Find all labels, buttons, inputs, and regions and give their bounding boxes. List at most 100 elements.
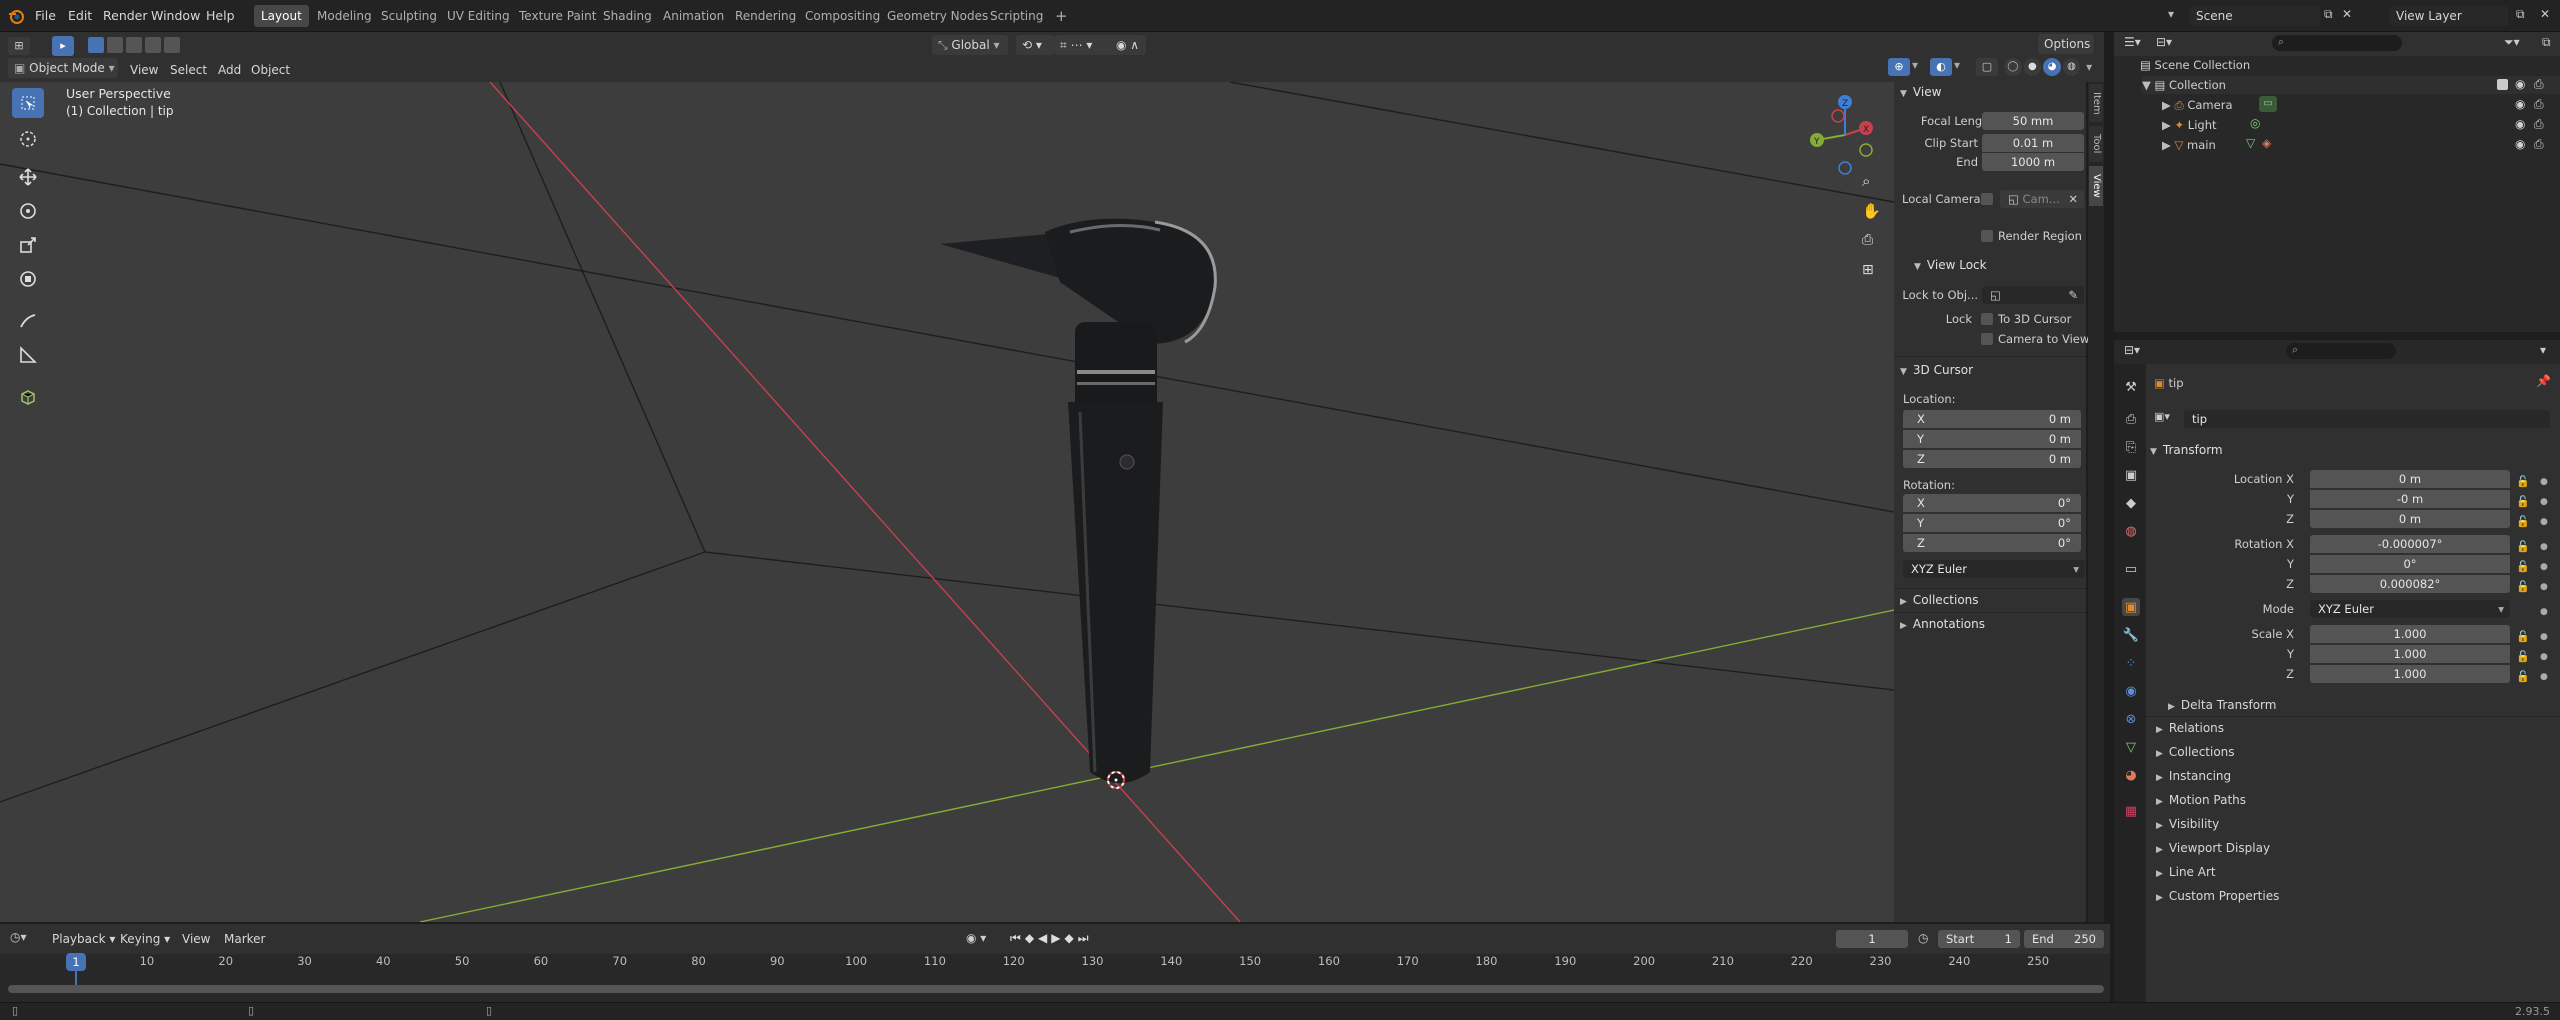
- keyframe-dot-mode[interactable]: ●: [2540, 602, 2548, 622]
- transform-orientation-dropdown[interactable]: ⤡ Global ▾: [932, 35, 1008, 55]
- current-frame-field[interactable]: 1: [1836, 930, 1908, 948]
- local-camera-checkbox[interactable]: [1981, 193, 1993, 205]
- next-keyframe-icon[interactable]: ◆: [1065, 931, 1078, 945]
- jump-end-icon[interactable]: ⏭: [1078, 931, 1093, 945]
- zoom-icon[interactable]: ⌕: [1862, 172, 1870, 190]
- select-new-icon[interactable]: [88, 37, 104, 53]
- tab-compositing[interactable]: Compositing: [798, 5, 887, 27]
- timeline-menu-view[interactable]: View: [182, 929, 210, 949]
- delete-scene-icon[interactable]: ✕: [2342, 7, 2352, 21]
- scene-tab-icon[interactable]: ◆: [2122, 494, 2140, 512]
- display-mode-icon[interactable]: ⊟▾: [2156, 35, 2172, 49]
- tab-shading[interactable]: Shading: [596, 5, 659, 27]
- line-art-panel-header[interactable]: ▶ Line Art: [2156, 862, 2216, 884]
- blender-logo-icon[interactable]: [8, 8, 24, 24]
- clip-end-field[interactable]: 1000 m: [1982, 153, 2084, 171]
- menu-window[interactable]: Window: [151, 6, 200, 26]
- to-3d-cursor-checkbox[interactable]: [1981, 313, 1993, 325]
- delete-view-layer-icon[interactable]: ✕: [2540, 7, 2550, 21]
- particles-tab-icon[interactable]: ⁘: [2122, 654, 2140, 672]
- solid-shading-icon[interactable]: ●: [2023, 58, 2042, 76]
- location-x-field[interactable]: 0 m: [2310, 470, 2510, 488]
- camera-render-icon[interactable]: ⎙: [2534, 117, 2544, 132]
- lock-icons-location[interactable]: 🔓 🔓 🔓: [2516, 472, 2530, 532]
- cursor-location-x-field[interactable]: X0 m: [1903, 410, 2081, 428]
- viewport-menu-object[interactable]: Object: [251, 60, 290, 80]
- select-subtract-icon[interactable]: [126, 37, 142, 53]
- new-view-layer-icon[interactable]: ⧉: [2516, 7, 2525, 22]
- navigation-gizmo[interactable]: X Y Z: [1800, 90, 1890, 180]
- modifier-tab-icon[interactable]: 🔧: [2122, 626, 2140, 644]
- tab-uv-editing[interactable]: UV Editing: [440, 5, 517, 27]
- properties-editor-type-icon[interactable]: ⊟▾: [2124, 343, 2140, 357]
- material-tab-icon[interactable]: ◕: [2122, 766, 2140, 784]
- mode-dropdown[interactable]: ▣ Object Mode ▾: [8, 58, 118, 78]
- add-cube-tool-icon[interactable]: [12, 382, 44, 412]
- viewport-menu-add[interactable]: Add: [218, 60, 241, 80]
- gizmo-dropdown-icon[interactable]: ▾: [1912, 58, 1918, 72]
- properties-options-icon[interactable]: ▾: [2540, 343, 2546, 357]
- filter-icon[interactable]: ⏷▾: [2504, 35, 2520, 50]
- tab-item[interactable]: Item: [2089, 84, 2103, 122]
- local-camera-field[interactable]: ◱ Cam... ✕: [2000, 190, 2084, 208]
- frame-ruler[interactable]: 10 20 30 40 50 60 70 80 90 100 110 120 130 140 150 160 1…: [0, 954, 2110, 974]
- scene-icon[interactable]: ▾: [2168, 7, 2174, 21]
- view-panel-header[interactable]: ▼ View: [1900, 82, 1941, 104]
- clear-camera-icon[interactable]: ✕: [2068, 190, 2078, 208]
- material-icon[interactable]: ◈: [2262, 136, 2271, 150]
- start-frame-field[interactable]: Start 1: [1938, 930, 2020, 948]
- xray-toggle-icon[interactable]: ▢: [1976, 58, 1998, 76]
- camera-to-view-checkbox[interactable]: [1981, 333, 1993, 345]
- custom-properties-panel-header[interactable]: ▶ Custom Properties: [2156, 886, 2279, 908]
- play-icon[interactable]: ▶: [1051, 931, 1064, 945]
- camera-data-icon[interactable]: ▭: [2259, 96, 2277, 112]
- output-tab-icon[interactable]: ⎘: [2122, 438, 2140, 456]
- menu-edit[interactable]: Edit: [68, 6, 92, 26]
- shading-dropdown-icon[interactable]: ▾: [2082, 58, 2096, 76]
- preview-range-icon[interactable]: ◷: [1918, 931, 1928, 945]
- menu-file[interactable]: File: [35, 6, 56, 26]
- eye-icon[interactable]: ◉: [2515, 97, 2525, 111]
- collection-tab-icon[interactable]: ▭: [2122, 560, 2140, 578]
- properties-search-input[interactable]: ⌕: [2286, 343, 2396, 359]
- measure-tool-icon[interactable]: [12, 340, 44, 370]
- prev-keyframe-icon[interactable]: ◆: [1025, 931, 1038, 945]
- keyframe-dots-location[interactable]: ● ● ●: [2540, 472, 2548, 532]
- scale-tool-icon[interactable]: [12, 230, 44, 260]
- render-tab-icon[interactable]: ⎙: [2122, 410, 2140, 428]
- camera-render-icon[interactable]: ⎙: [2534, 97, 2544, 112]
- camera-view-icon[interactable]: ⎙: [1862, 232, 1873, 248]
- cursor-rotation-y-field[interactable]: Y 0°: [1903, 514, 2081, 532]
- cursor-location-z-field[interactable]: Z0 m: [1903, 450, 2081, 468]
- tab-tool[interactable]: Tool: [2089, 126, 2103, 162]
- timeline-menu-marker[interactable]: Marker: [224, 929, 265, 949]
- tab-sculpting[interactable]: Sculpting: [374, 5, 444, 27]
- eye-icon[interactable]: ◉: [2515, 137, 2525, 151]
- scale-z-field[interactable]: 1.000: [2310, 665, 2510, 683]
- view-layer-tab-icon[interactable]: ▣: [2122, 466, 2140, 484]
- collections-panel-header[interactable]: ▶ Collections: [2156, 742, 2235, 764]
- new-scene-icon[interactable]: ⧉: [2324, 7, 2333, 22]
- select-invert-icon[interactable]: [145, 37, 161, 53]
- material-preview-shading-icon[interactable]: ◕: [2043, 58, 2061, 76]
- select-intersect-icon[interactable]: [164, 37, 180, 53]
- view-layer-selector[interactable]: View Layer: [2390, 6, 2508, 26]
- collection-checkbox[interactable]: [2497, 79, 2508, 90]
- rotation-x-field[interactable]: -0.000007°: [2310, 535, 2510, 553]
- constraints-tab-icon[interactable]: ⊗: [2122, 710, 2140, 728]
- pin-icon[interactable]: 📌: [2536, 374, 2551, 388]
- cursor-tool-icon[interactable]: [12, 124, 44, 154]
- timeline-editor-type-icon[interactable]: ◷▾: [10, 930, 27, 944]
- rotation-mode-dropdown[interactable]: XYZ Euler ▾: [2310, 600, 2510, 618]
- visibility-panel-header[interactable]: ▶ Visibility: [2156, 814, 2219, 836]
- view-lock-header[interactable]: ▼ View Lock: [1914, 255, 1987, 277]
- annotations-panel-header[interactable]: ▶ Annotations: [1900, 614, 1985, 636]
- keyframe-dots-rotation[interactable]: ● ● ●: [2540, 537, 2548, 597]
- scale-x-field[interactable]: 1.000: [2310, 625, 2510, 643]
- playhead-frame-indicator[interactable]: 1: [66, 953, 86, 971]
- focal-length-field[interactable]: 50 mm: [1982, 112, 2084, 130]
- rotation-z-field[interactable]: 0.000082°: [2310, 575, 2510, 593]
- play-reverse-icon[interactable]: ◀: [1038, 931, 1051, 945]
- tool-settings-tab-icon[interactable]: ⚒: [2122, 378, 2140, 396]
- tab-view[interactable]: View: [2089, 166, 2103, 206]
